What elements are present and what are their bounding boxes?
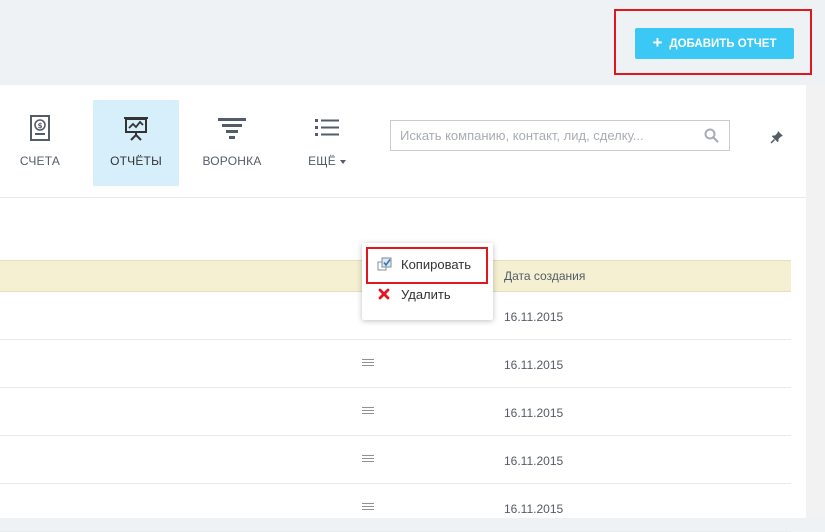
table-row[interactable]: 16.11.2015 xyxy=(0,388,791,436)
nav-label-invoices: СЧЕТА xyxy=(19,154,61,168)
nav-label-funnel: ВОРОНКА xyxy=(202,154,262,168)
presentation-chart-icon xyxy=(123,114,149,142)
invoice-icon: $ xyxy=(29,114,51,142)
nav-item-more[interactable]: ЕЩЁ xyxy=(292,100,362,186)
row-date: 16.11.2015 xyxy=(504,502,564,516)
row-menu-icon[interactable] xyxy=(362,503,374,513)
table-row[interactable]: 16.11.2015 xyxy=(0,340,791,388)
row-menu-icon[interactable] xyxy=(362,455,374,465)
search-box xyxy=(390,120,730,151)
menu-item-delete-label: Удалить xyxy=(401,286,451,302)
list-icon xyxy=(314,114,340,142)
table-row[interactable]: 16.11.2015 xyxy=(0,484,791,532)
divider xyxy=(0,197,806,198)
nav-label-reports: ОТЧЁТЫ xyxy=(110,154,162,168)
highlight-frame-add-report xyxy=(614,9,812,75)
row-date: 16.11.2015 xyxy=(504,358,564,372)
funnel-icon xyxy=(217,114,247,142)
scrollbar[interactable] xyxy=(806,85,825,518)
row-date: 16.11.2015 xyxy=(504,310,564,324)
highlight-frame-copy xyxy=(366,247,488,284)
row-date: 16.11.2015 xyxy=(504,406,564,420)
search-icon[interactable] xyxy=(704,128,719,148)
nav-item-reports[interactable]: ОТЧЁТЫ xyxy=(93,100,179,186)
table-row[interactable]: 16.11.2015 xyxy=(0,436,791,484)
row-menu-icon[interactable] xyxy=(362,359,374,369)
chevron-down-icon xyxy=(339,159,346,164)
row-date: 16.11.2015 xyxy=(504,454,564,468)
column-header-created-date[interactable]: Дата создания xyxy=(504,269,585,283)
delete-x-icon xyxy=(376,286,392,302)
nav-label-more: ЕЩЁ xyxy=(308,154,346,168)
menu-item-delete[interactable]: Удалить xyxy=(362,280,493,308)
search-input[interactable] xyxy=(391,121,709,150)
nav-item-invoices[interactable]: $ СЧЕТА xyxy=(0,100,80,186)
row-menu-icon[interactable] xyxy=(362,407,374,417)
pin-icon[interactable] xyxy=(770,130,784,149)
nav-item-funnel[interactable]: ВОРОНКА xyxy=(193,100,271,186)
svg-text:$: $ xyxy=(38,122,43,130)
nav-label-more-text: ЕЩЁ xyxy=(308,154,336,168)
